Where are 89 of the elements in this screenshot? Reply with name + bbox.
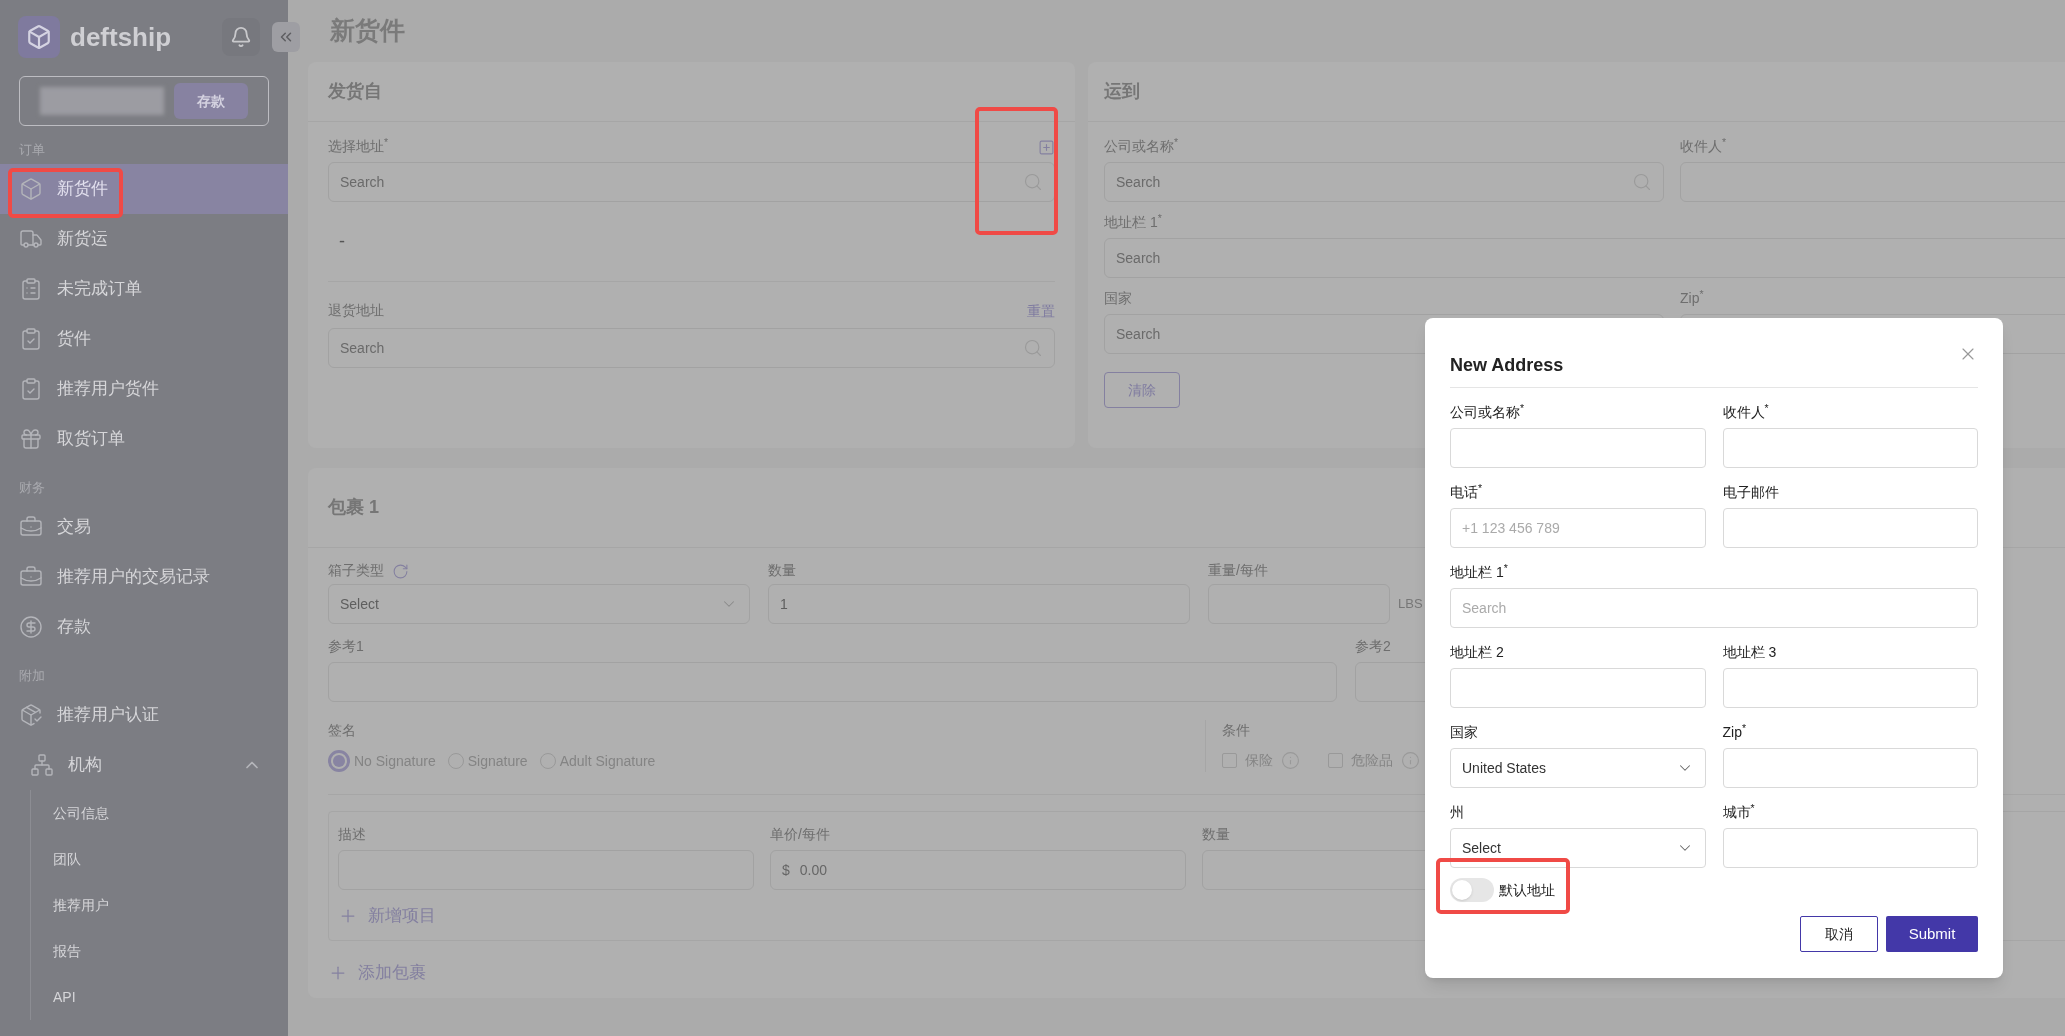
- refresh-icon[interactable]: [392, 562, 409, 580]
- network-icon: [30, 753, 54, 777]
- deposit-button[interactable]: 存款: [173, 83, 248, 119]
- bell-icon: [230, 26, 252, 48]
- toggle-label: 默认地址: [1499, 880, 1555, 900]
- input-field[interactable]: [1722, 508, 1978, 548]
- field-label: 国家: [1450, 723, 1479, 742]
- collapse-button[interactable]: [272, 22, 300, 52]
- clipboard-icon: [19, 277, 43, 301]
- input-field[interactable]: 1: [768, 584, 1190, 624]
- field-label: 参考2: [1355, 637, 1391, 656]
- nav-subitem[interactable]: 报告: [31, 928, 288, 974]
- field-label: 选择地址$^{*}$: [328, 136, 389, 156]
- box-icon: [19, 177, 43, 201]
- clipboard-check-icon: [19, 327, 43, 351]
- unit-label: LBS: [1398, 595, 1423, 614]
- nav-item[interactable]: 推荐用户认证: [0, 690, 288, 740]
- nav-item[interactable]: 未完成订单: [0, 264, 288, 314]
- nav-subitem[interactable]: 公司信息: [31, 790, 288, 836]
- search-field[interactable]: Search: [1104, 162, 1664, 202]
- field-label: 电子邮件: [1722, 483, 1780, 502]
- nav-item[interactable]: 机构: [0, 740, 288, 790]
- nav-item[interactable]: 存款: [0, 602, 288, 652]
- truck-icon: [19, 227, 43, 251]
- nav-item[interactable]: 货件: [0, 314, 288, 364]
- input-field[interactable]: [1450, 428, 1706, 468]
- field-label: 电话$^{*}$: [1450, 482, 1484, 502]
- nav-item[interactable]: 新货运: [0, 214, 288, 264]
- package-check-icon: [19, 703, 43, 727]
- field-label: 条件: [1222, 721, 1250, 740]
- field-label: 单价/每件: [770, 825, 830, 844]
- input-field[interactable]: [1722, 668, 1978, 708]
- nav-item[interactable]: 取货订单: [0, 414, 288, 464]
- search-field[interactable]: Search: [328, 328, 1055, 368]
- dialog-title: New Address: [1450, 354, 1564, 377]
- dollar-icon: [19, 615, 43, 639]
- select-field[interactable]: Select: [1450, 828, 1706, 868]
- field-label: 数量: [768, 561, 796, 580]
- address-text: -: [339, 230, 345, 253]
- field-label: 箱子类型: [328, 561, 384, 580]
- field-label: 收件人$^{*}$: [1680, 136, 1727, 156]
- field-label: 地址栏 1$^{*}$: [1104, 212, 1162, 232]
- field-label: 数量: [1202, 825, 1230, 844]
- card-title: 运到: [1088, 62, 2065, 122]
- select-field[interactable]: United States: [1450, 748, 1706, 788]
- nav-item[interactable]: 推荐用户货件: [0, 364, 288, 414]
- field-label: 参考1: [328, 637, 364, 656]
- briefcase-icon: [19, 565, 43, 589]
- gift-icon: [19, 427, 43, 451]
- submit-button[interactable]: Submit: [1886, 916, 1978, 952]
- field-label: 公司或名称$^{*}$: [1450, 402, 1526, 422]
- field-label: Zip$^{*}$: [1722, 722, 1748, 742]
- toggle-switch[interactable]: [1450, 878, 1494, 902]
- card-title: 发货自: [308, 62, 1075, 122]
- input-field[interactable]: [1722, 428, 1978, 468]
- nav-item[interactable]: 交易: [0, 502, 288, 552]
- field-label: 州: [1450, 803, 1465, 822]
- add-icon[interactable]: [1038, 138, 1055, 156]
- field-label: 地址栏 1$^{*}$: [1450, 562, 1509, 582]
- input-field[interactable]: $ 0.00: [770, 850, 1186, 890]
- field-label: 收件人$^{*}$: [1722, 402, 1770, 422]
- field-label: Zip$^{*}$: [1680, 288, 1704, 308]
- field-label: 重量/每件: [1208, 561, 1268, 580]
- field-label: 描述: [338, 825, 366, 844]
- input-field[interactable]: +1 123 456 789: [1450, 508, 1706, 548]
- nav-item[interactable]: 新货件: [0, 164, 288, 214]
- field-label: 签名: [328, 721, 356, 740]
- nav-subitem[interactable]: 团队: [31, 836, 288, 882]
- nav-item[interactable]: 推荐用户的交易记录: [0, 552, 288, 602]
- field-label: 国家: [1104, 289, 1132, 308]
- field-label: 城市$^{*}$: [1722, 802, 1756, 822]
- brand-name: deftship: [70, 20, 172, 54]
- notification-button[interactable]: [222, 18, 260, 56]
- select-field[interactable]: Select: [328, 584, 750, 624]
- clipboard-check-icon: [19, 377, 43, 401]
- field-label: 公司或名称$^{*}$: [1104, 136, 1179, 156]
- input-field[interactable]: [1722, 828, 1978, 868]
- logo-icon: [18, 16, 60, 58]
- briefcase-icon: [19, 515, 43, 539]
- input-field[interactable]: Search: [1450, 588, 1978, 628]
- field-label: 退货地址: [328, 301, 384, 320]
- field-label: 地址栏 2: [1450, 643, 1505, 662]
- input-field[interactable]: Search: [1104, 238, 2065, 278]
- nav-subitem[interactable]: 推荐用户: [31, 882, 288, 928]
- input-field[interactable]: [1722, 748, 1978, 788]
- cancel-button[interactable]: 取消: [1800, 916, 1878, 952]
- nav-subitem[interactable]: API: [31, 974, 288, 1020]
- input-field[interactable]: [1450, 668, 1706, 708]
- field-label: 地址栏 3: [1722, 643, 1778, 662]
